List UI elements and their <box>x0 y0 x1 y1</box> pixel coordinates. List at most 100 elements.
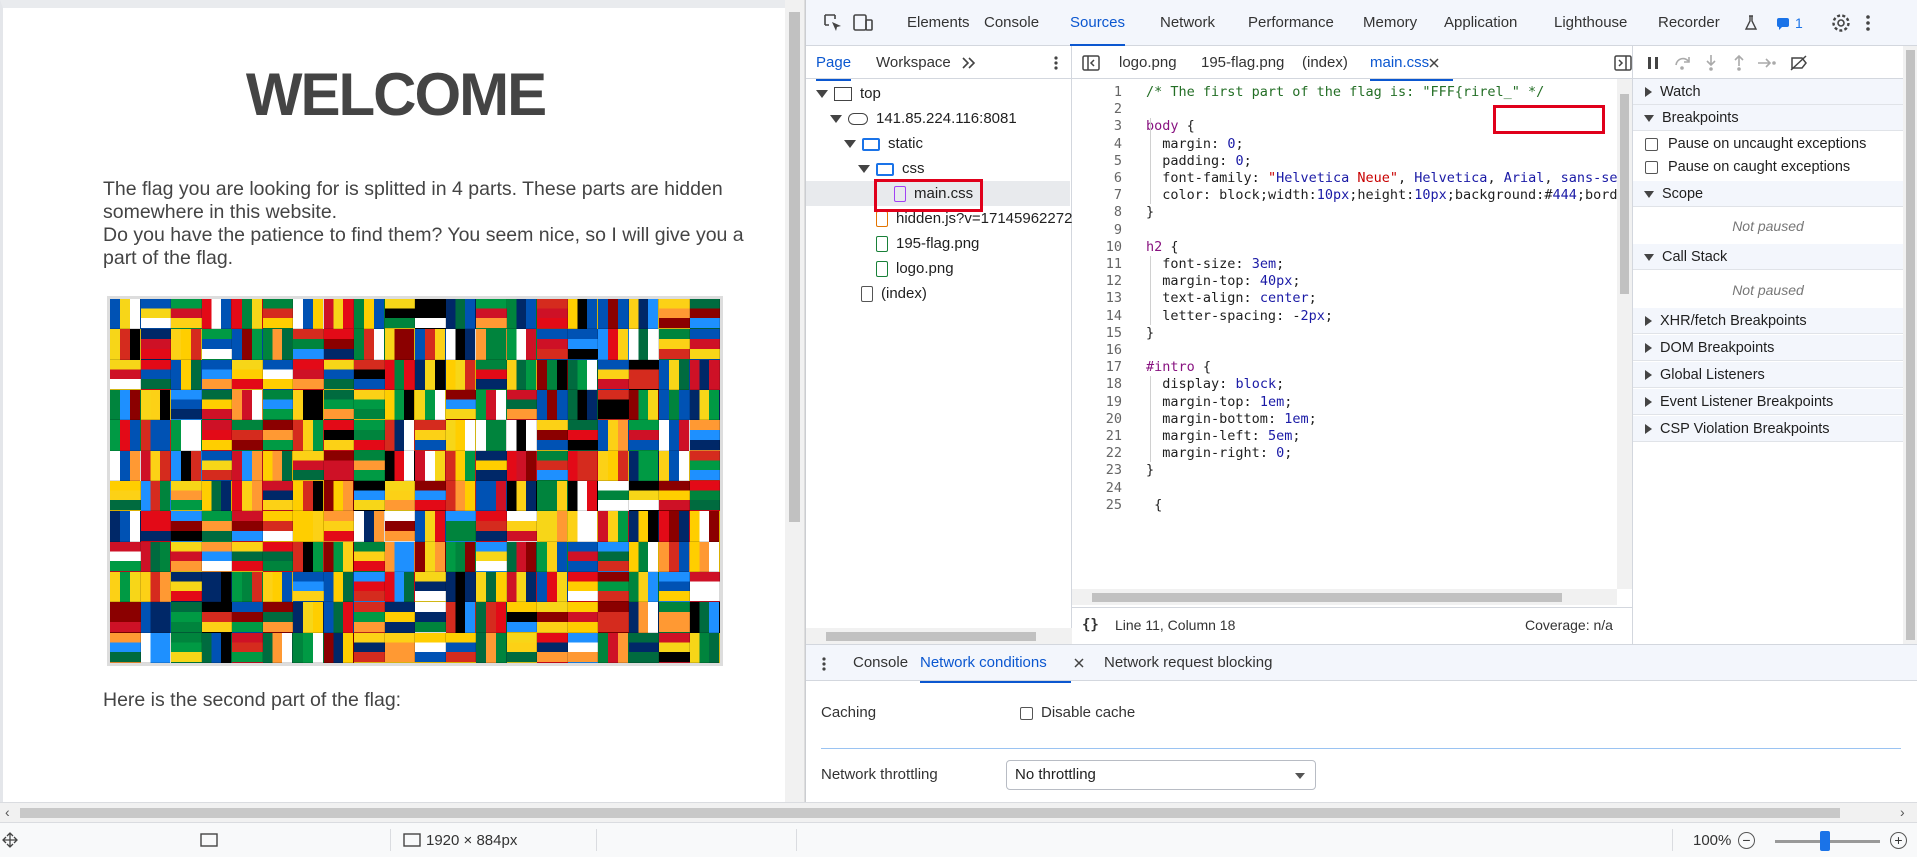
code-line[interactable]: h2 { <box>1146 239 1179 255</box>
section-call-stack[interactable]: Call Stack <box>1633 244 1903 270</box>
line-number[interactable]: 14 <box>1072 308 1122 324</box>
scroll-left-arrow-icon[interactable]: ‹ <box>5 804 10 820</box>
editor-horizontal-scrollbar-thumb[interactable] <box>1092 593 1562 602</box>
deactivate-breakpoints-icon[interactable] <box>1790 55 1808 71</box>
tree-item-static[interactable]: static <box>844 131 923 156</box>
step-into-icon[interactable] <box>1704 54 1718 72</box>
code-line[interactable]: margin-bottom: 1em; <box>1146 411 1316 427</box>
line-number[interactable]: 20 <box>1072 411 1122 427</box>
pause-caught-option[interactable]: Pause on caught exceptions <box>1633 155 1903 179</box>
zoom-slider-thumb[interactable] <box>1820 831 1830 851</box>
pause-uncaught-option[interactable]: Pause on uncaught exceptions <box>1633 132 1903 156</box>
line-number[interactable]: 9 <box>1072 222 1122 238</box>
zoom-in-icon[interactable]: + <box>1890 832 1907 849</box>
code-line[interactable]: margin-left: 5em; <box>1146 428 1300 444</box>
code-line[interactable]: font-family: "Helvetica Neue", Helvetica… <box>1146 170 1617 186</box>
line-number[interactable]: 19 <box>1072 394 1122 410</box>
line-number[interactable]: 25 <box>1072 497 1122 513</box>
drawer-tab-console[interactable]: Console <box>853 645 908 681</box>
editor-vertical-scrollbar[interactable] <box>1617 79 1632 589</box>
pretty-print-icon[interactable]: {} <box>1082 608 1099 642</box>
section-dom-breakpoints[interactable]: DOM Breakpoints <box>1633 335 1903 361</box>
tab-elements[interactable]: Elements <box>907 0 970 46</box>
line-number[interactable]: 4 <box>1072 136 1122 152</box>
code-line[interactable]: } <box>1146 462 1154 478</box>
drawer-menu-icon[interactable] <box>821 656 827 672</box>
device-toolbar-icon[interactable] <box>852 13 874 33</box>
step-out-icon[interactable] <box>1732 54 1746 72</box>
move-icon[interactable] <box>2 832 18 848</box>
coverage-status[interactable]: Coverage: n/a <box>1525 608 1613 642</box>
line-number[interactable]: 2 <box>1072 101 1122 117</box>
code-line[interactable]: text-align: center; <box>1146 290 1316 306</box>
navigator-menu-icon[interactable] <box>1053 55 1059 71</box>
tree-item-css[interactable]: css <box>858 156 925 181</box>
tree-item-flag-png[interactable]: 195-flag.png <box>876 231 979 256</box>
section-xhr-breakpoints[interactable]: XHR/fetch Breakpoints <box>1633 308 1903 334</box>
issues-icon[interactable] <box>1776 17 1790 30</box>
editor-tab-flag[interactable]: 195-flag.png <box>1201 46 1284 79</box>
tab-lighthouse[interactable]: Lighthouse <box>1554 0 1627 46</box>
line-number[interactable]: 5 <box>1072 153 1122 169</box>
tab-recorder[interactable]: Recorder <box>1658 0 1720 46</box>
scroll-right-arrow-icon[interactable]: › <box>1900 804 1905 820</box>
code-line[interactable]: } <box>1146 204 1154 220</box>
code-line[interactable]: #intro { <box>1146 359 1211 375</box>
editor-vertical-scrollbar-thumb[interactable] <box>1620 94 1629 294</box>
more-options-icon[interactable] <box>1864 13 1872 33</box>
section-global-listeners[interactable]: Global Listeners <box>1633 362 1903 388</box>
editor-tab-index[interactable]: (index) <box>1302 46 1348 79</box>
tree-item-logo-png[interactable]: logo.png <box>876 256 954 281</box>
navigator-scrollbar[interactable] <box>806 628 1072 644</box>
main-scrollbar-thumb[interactable] <box>20 808 1840 818</box>
checkbox[interactable] <box>1645 137 1658 151</box>
navigator-scrollbar-thumb[interactable] <box>826 632 1036 641</box>
code-content[interactable]: 1 /* The first part of the flag is: "FFF{… <box>1072 79 1617 589</box>
line-number[interactable]: 21 <box>1072 428 1122 444</box>
code-line[interactable]: margin: 0; <box>1146 136 1243 152</box>
tree-item-top[interactable]: top <box>816 81 881 106</box>
expand-arrow-icon[interactable] <box>830 115 842 124</box>
tree-item-host[interactable]: 141.85.224.116:8081 <box>830 106 1017 131</box>
line-number[interactable]: 10 <box>1072 239 1122 255</box>
tab-memory[interactable]: Memory <box>1363 0 1417 46</box>
checkbox[interactable] <box>1645 160 1658 174</box>
line-number[interactable]: 12 <box>1072 273 1122 289</box>
section-breakpoints[interactable]: Breakpoints <box>1633 105 1903 131</box>
close-drawer-tab-icon[interactable] <box>1074 658 1084 668</box>
debugger-scrollbar-thumb[interactable] <box>1906 50 1915 640</box>
throttling-select[interactable]: No throttling <box>1006 760 1316 790</box>
expand-arrow-icon[interactable] <box>816 90 828 99</box>
step-over-icon[interactable] <box>1674 55 1692 71</box>
code-line[interactable]: margin-top: 1em; <box>1146 394 1292 410</box>
line-number[interactable]: 18 <box>1072 376 1122 392</box>
tab-console[interactable]: Console <box>984 0 1039 46</box>
line-number[interactable]: 7 <box>1072 187 1122 203</box>
tab-workspace[interactable]: Workspace <box>876 46 951 79</box>
toggle-navigator-icon[interactable] <box>1082 55 1100 71</box>
code-line[interactable]: body { <box>1146 118 1195 134</box>
toggle-debugger-icon[interactable] <box>1614 55 1632 71</box>
tab-sources[interactable]: Sources <box>1070 0 1126 46</box>
tab-network[interactable]: Network <box>1160 0 1215 46</box>
line-number[interactable]: 23 <box>1072 462 1122 478</box>
tab-performance[interactable]: Performance <box>1248 0 1334 46</box>
disable-cache-option[interactable]: Disable cache <box>1020 704 1135 721</box>
line-number[interactable]: 16 <box>1072 342 1122 358</box>
expand-arrow-icon[interactable] <box>858 165 870 174</box>
code-line[interactable]: display: block; <box>1146 376 1284 392</box>
editor-tab-logo[interactable]: logo.png <box>1119 46 1177 79</box>
line-number[interactable]: 6 <box>1072 170 1122 186</box>
expand-arrow-icon[interactable] <box>844 140 856 149</box>
section-csp-breakpoints[interactable]: CSP Violation Breakpoints <box>1633 416 1903 442</box>
code-line[interactable]: { <box>1146 497 1162 513</box>
drawer-tab-network-conditions[interactable]: Network conditions <box>920 645 1071 683</box>
more-tabs-chevron-icon[interactable] <box>961 56 977 70</box>
code-line[interactable]: padding: 0; <box>1146 153 1251 169</box>
code-line[interactable]: color: block;width:10px;height:10px;back… <box>1146 187 1617 203</box>
tab-page[interactable]: Page <box>816 46 852 81</box>
close-tab-icon[interactable] <box>1429 58 1439 68</box>
line-number[interactable]: 17 <box>1072 359 1122 375</box>
issues-count[interactable]: 1 <box>1795 0 1803 46</box>
code-line[interactable]: letter-spacing: -2px; <box>1146 308 1333 324</box>
